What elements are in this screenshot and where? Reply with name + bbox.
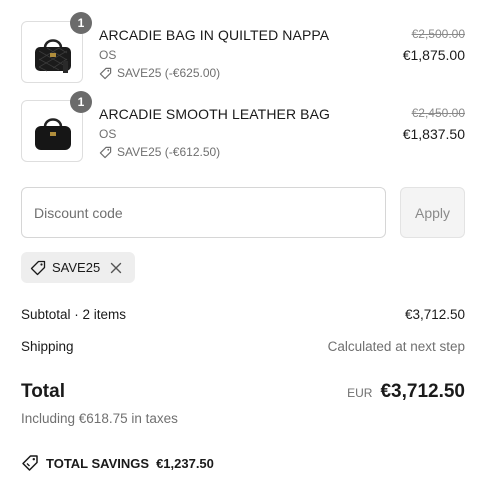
total-amount: EUR €3,712.50 [347,381,465,403]
item-discount: SAVE25 (-€625.00) [99,66,220,80]
tag-icon [22,455,38,471]
subtotal-label: Subtotal · 2 items [21,307,127,322]
savings-label: TOTAL SAVINGS [46,455,150,471]
close-icon [110,262,122,273]
product-variant: OS [99,48,117,62]
quantity-badge: 1 [70,91,92,113]
quantity-badge: 1 [70,12,92,34]
savings-value: €1,237.50 [156,455,214,471]
total-value: €3,712.50 [380,381,465,402]
product-variant: OS [99,127,117,141]
shipping-label: Shipping [21,339,74,354]
total-label: Total [21,381,65,402]
item-discount-label: SAVE25 (-€625.00) [117,66,221,80]
tag-icon [99,146,112,158]
product-name: ARCADIE SMOOTH LEATHER BAG [99,106,331,122]
original-price: €2,450.00 [411,106,465,120]
handbag-image [35,118,71,150]
taxes-note: Including €618.75 in taxes [21,411,178,426]
tag-icon [99,67,112,79]
original-price: €2,500.00 [411,27,465,41]
discounted-price: €1,837.50 [402,126,465,142]
shipping-value: Calculated at next step [327,339,465,354]
total-savings: TOTAL SAVINGS €1,237.50 [21,454,214,472]
item-discount: SAVE25 (-€612.50) [99,145,220,159]
product-thumbnail: 1 [21,12,92,83]
item-discount-label: SAVE25 (-€612.50) [117,145,221,159]
tag-icon [30,260,46,275]
apply-button[interactable]: Apply [400,187,465,238]
discounted-price: €1,875.00 [402,47,465,63]
remove-discount-button[interactable] [110,262,122,274]
cart-line-item: 1 ARCADIE SMOOTH LEATHER BAG OS SAVE25 (… [21,91,465,166]
applied-code-label: SAVE25 [52,260,101,275]
product-name: ARCADIE BAG IN QUILTED NAPPA [99,27,330,43]
handbag-image [35,39,71,73]
applied-discount-chip: SAVE25 [21,252,135,283]
total-currency: EUR [347,386,373,400]
discount-code-input[interactable] [21,187,386,238]
cart-line-item: 1 ARCADIE BAG IN QUILTED NAPPA OS SAVE25… [21,12,465,87]
subtotal-value: €3,712.50 [404,307,465,322]
product-thumbnail: 1 [21,91,92,162]
